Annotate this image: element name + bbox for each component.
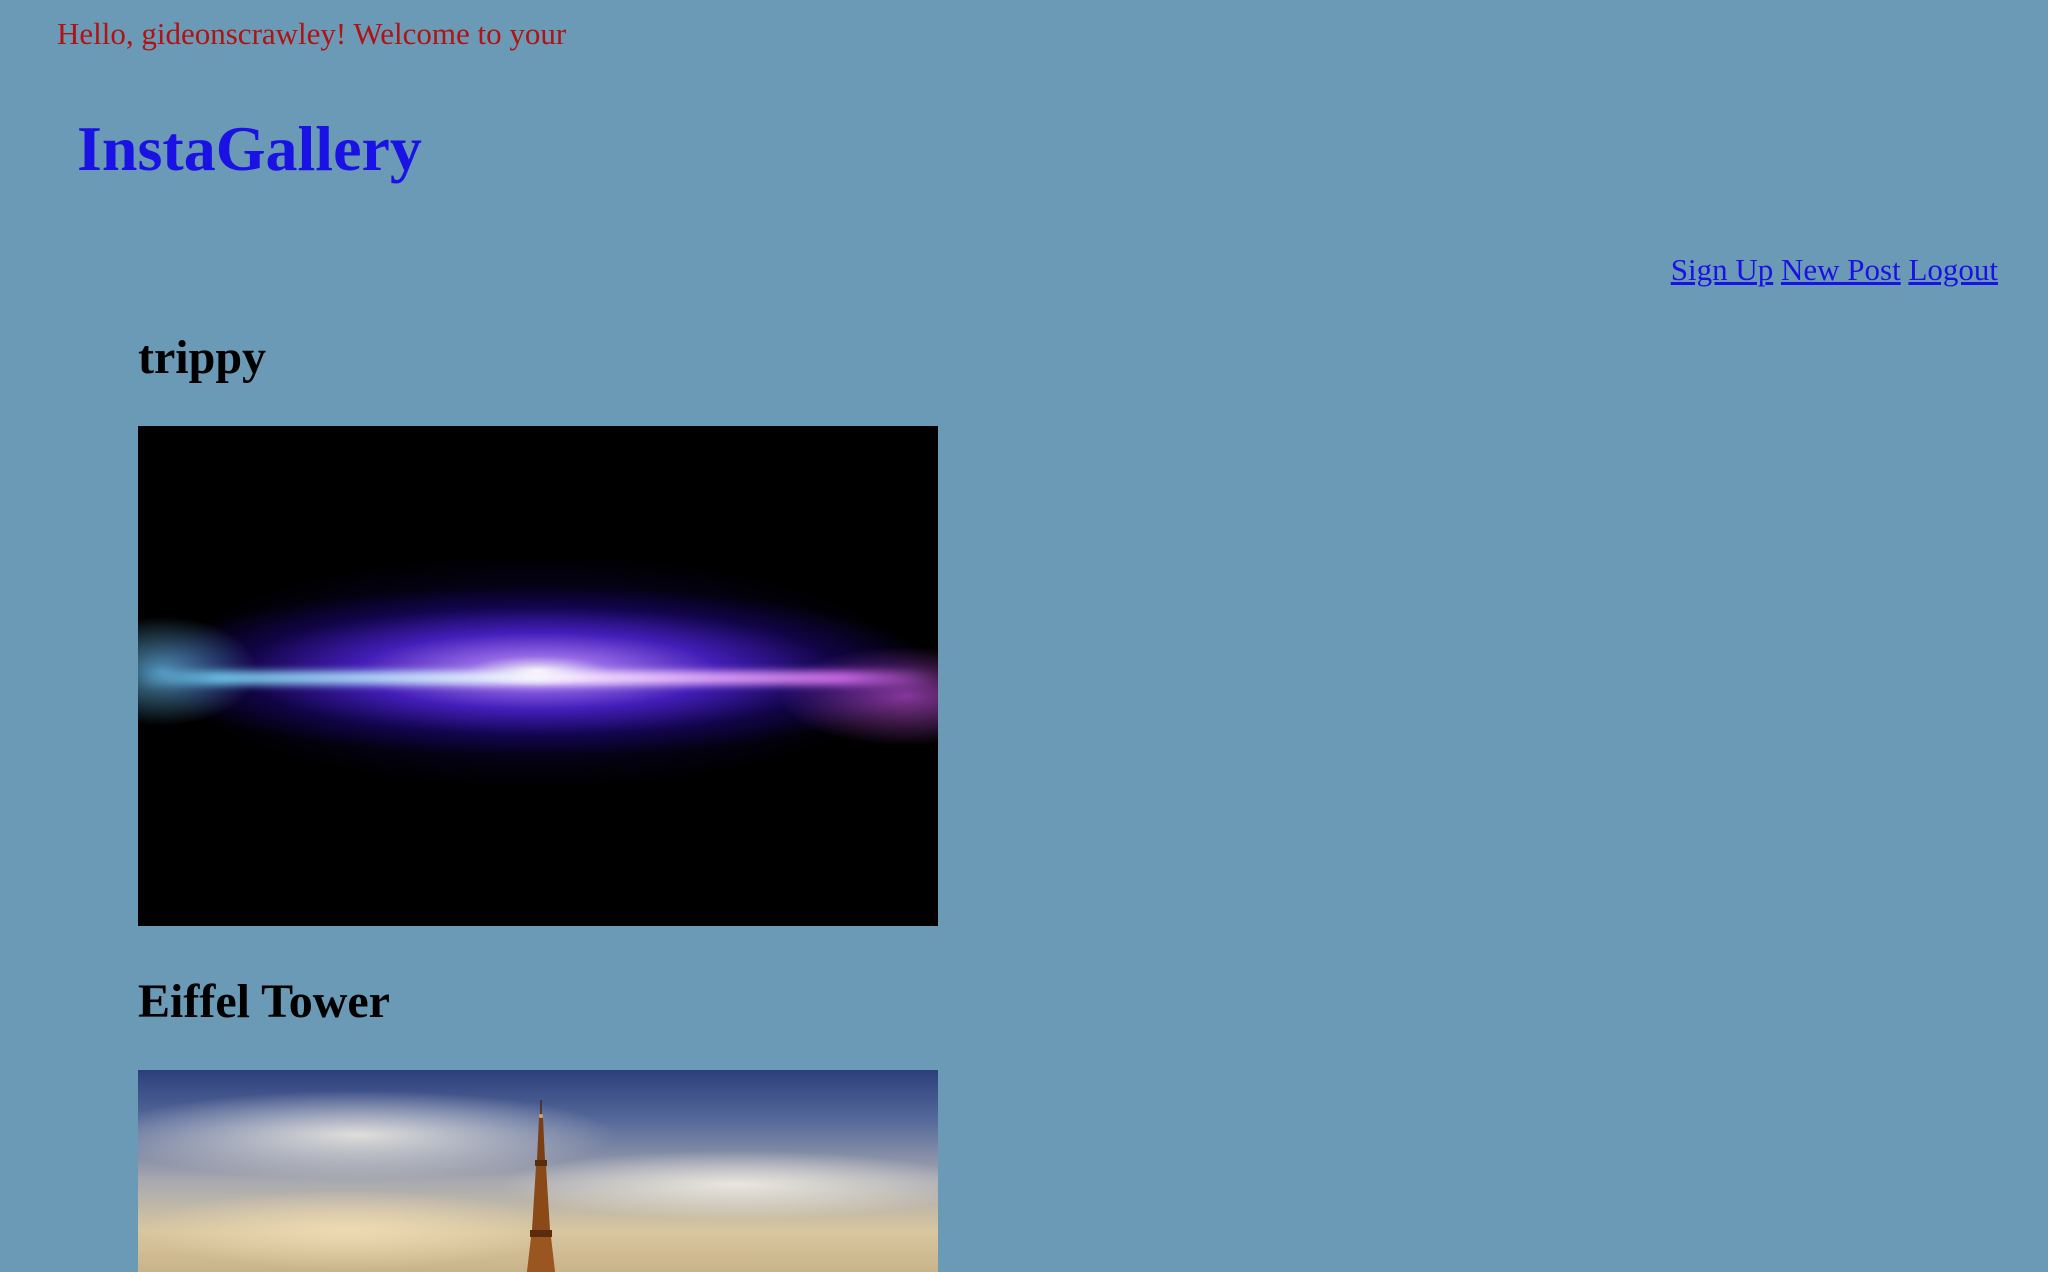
welcome-greeting: Hello, gideonscrawley! Welcome to your <box>57 16 567 51</box>
post-title: trippy <box>138 331 267 384</box>
eiffel-tower-icon <box>526 1100 556 1272</box>
post-title: Eiffel Tower <box>138 975 390 1028</box>
new-post-link[interactable]: New Post <box>1781 252 1901 287</box>
post-image <box>138 1070 938 1272</box>
sign-up-link[interactable]: Sign Up <box>1671 252 1774 287</box>
logout-link[interactable]: Logout <box>1908 252 1998 287</box>
site-title: InstaGallery <box>77 113 422 184</box>
nav-links: Sign Up New Post Logout <box>1671 252 1998 288</box>
post-image <box>138 426 938 926</box>
